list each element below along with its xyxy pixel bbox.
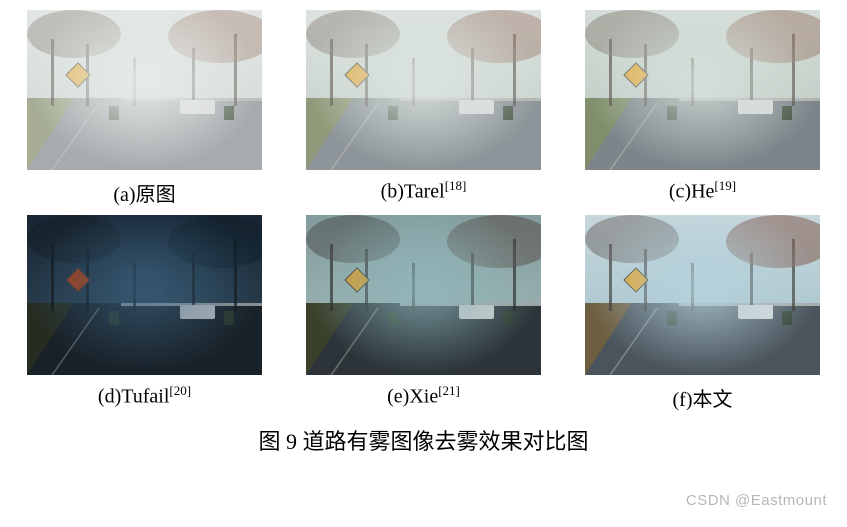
panel-d-label: (d)Tufail bbox=[98, 386, 169, 408]
panel-c-label: (c)He bbox=[669, 181, 715, 203]
panel-a-caption: (a)原图 bbox=[113, 178, 175, 207]
panel-f-label: (f)本文 bbox=[673, 389, 733, 411]
figure-panel-grid: (a)原图 bbox=[20, 10, 827, 412]
panel-f-caption: (f)本文 bbox=[673, 383, 733, 412]
panel-c-image bbox=[585, 10, 820, 170]
panel-a-label: (a)原图 bbox=[113, 184, 175, 206]
panel-d-caption: (d)Tufail[20] bbox=[98, 383, 191, 409]
panel-b-citation: [18] bbox=[445, 178, 467, 193]
panel-b-label: (b)Tarel bbox=[381, 181, 445, 203]
panel-b-caption: (b)Tarel[18] bbox=[381, 178, 467, 204]
panel-b: (b)Tarel[18] bbox=[299, 10, 548, 207]
panel-e-label: (e)Xie bbox=[387, 386, 438, 408]
watermark-text: CSDN @Eastmount bbox=[686, 492, 827, 509]
panel-e: (e)Xie[21] bbox=[299, 215, 548, 412]
panel-f: (f)本文 bbox=[578, 215, 827, 412]
panel-c-caption: (c)He[19] bbox=[669, 178, 736, 204]
panel-d: (d)Tufail[20] bbox=[20, 215, 269, 412]
panel-d-image bbox=[27, 215, 262, 375]
panel-b-image bbox=[306, 10, 541, 170]
panel-c-citation: [19] bbox=[714, 178, 736, 193]
panel-e-citation: [21] bbox=[438, 383, 460, 398]
figure-caption: 图 9 道路有雾图像去雾效果对比图 bbox=[20, 424, 827, 456]
panel-a-image bbox=[27, 10, 262, 170]
panel-e-image bbox=[306, 215, 541, 375]
panel-c: (c)He[19] bbox=[578, 10, 827, 207]
panel-d-citation: [20] bbox=[169, 383, 191, 398]
panel-a: (a)原图 bbox=[20, 10, 269, 207]
panel-e-caption: (e)Xie[21] bbox=[387, 383, 460, 409]
panel-f-image bbox=[585, 215, 820, 375]
